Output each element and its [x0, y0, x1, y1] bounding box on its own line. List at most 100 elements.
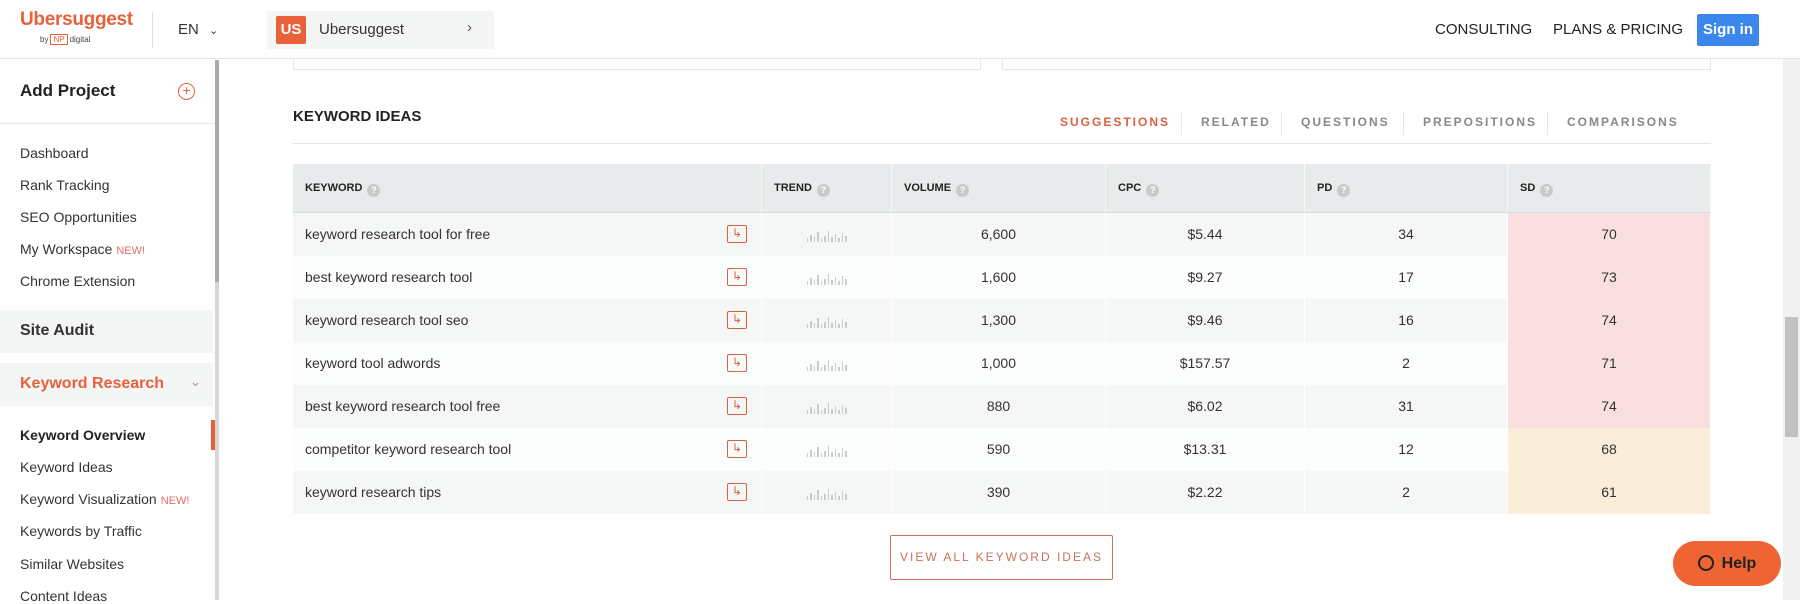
sd-value: 74 [1601, 398, 1617, 414]
section-label: Site Audit [20, 322, 95, 339]
language-select[interactable]: EN ⌄ [178, 21, 218, 38]
column-header-trend[interactable]: TREND? [762, 164, 892, 212]
cell-keyword[interactable]: keyword tool adwords ↳ [293, 342, 762, 385]
table-row[interactable]: keyword research tool for free ↳ 6,600 $5.4… [293, 213, 1711, 256]
tab-prepositions[interactable]: PREPOSITIONS [1423, 115, 1537, 129]
tab-suggestions[interactable]: SUGGESTIONS [1060, 115, 1170, 129]
help-icon[interactable]: ? [1337, 184, 1351, 197]
keyword-value: competitor keyword research tool [305, 441, 512, 457]
nav-consulting[interactable]: CONSULTING [1435, 21, 1532, 38]
trend-bar [817, 318, 819, 329]
column-header-sd[interactable]: SD? [1508, 164, 1711, 212]
open-keyword-icon[interactable]: ↳ [727, 440, 747, 458]
open-keyword-icon[interactable]: ↳ [727, 311, 747, 329]
open-keyword-icon[interactable]: ↳ [727, 397, 747, 415]
help-icon[interactable]: ? [816, 184, 830, 197]
help-icon[interactable]: ? [1540, 184, 1554, 197]
help-icon[interactable]: ? [1146, 184, 1160, 197]
nav-plans-pricing[interactable]: PLANS & PRICING [1553, 21, 1683, 38]
sidebar-item-seo-opportunities[interactable]: SEO Opportunities [20, 209, 137, 225]
trend-bar [810, 450, 812, 458]
cell-volume: 1,300 [892, 299, 1106, 342]
help-icon[interactable]: ? [367, 184, 381, 197]
logo[interactable]: Ubersuggest [20, 9, 133, 31]
trend-bar [824, 451, 826, 458]
cell-keyword[interactable]: keyword research tool seo ↳ [293, 299, 762, 342]
open-keyword-icon[interactable]: ↳ [727, 268, 747, 286]
sidebar-item-dashboard[interactable]: Dashboard [20, 145, 89, 161]
sidebar-item-content-ideas[interactable]: Content Ideas [20, 588, 107, 604]
column-header-volume[interactable]: VOLUME? [892, 164, 1106, 212]
table-row[interactable]: keyword research tips ↳ 390 $2.22 2 61 [293, 471, 1711, 514]
open-keyword-icon[interactable]: ↳ [727, 354, 747, 372]
sidebar-item-keywords-by-traffic[interactable]: Keywords by Traffic [20, 523, 142, 539]
trend-bar [841, 276, 843, 286]
sidebar-section-site-audit[interactable]: Site Audit [0, 310, 213, 353]
divider [0, 123, 215, 124]
trend-bar [834, 449, 836, 458]
column-header-pd[interactable]: PD? [1305, 164, 1508, 212]
cell-keyword[interactable]: best keyword research tool free ↳ [293, 385, 762, 428]
cell-pd: 2 [1305, 342, 1508, 385]
sidebar-section-keyword-research[interactable]: Keyword Research ⌄ [0, 363, 213, 406]
cell-keyword[interactable]: competitor keyword research tool ↳ [293, 428, 762, 471]
table-row[interactable]: best keyword research tool ↳ 1,600 $9.27 17 7… [293, 256, 1711, 299]
column-header-keyword[interactable]: KEYWORD? [293, 164, 762, 212]
column-header-label: KEYWORD [305, 182, 363, 194]
plus-circle-icon[interactable]: + [178, 83, 195, 100]
help-button[interactable]: Help [1673, 541, 1781, 586]
trend-bar [810, 364, 812, 372]
trend-bar [810, 407, 812, 415]
cell-pd: 2 [1305, 471, 1508, 514]
trend-bar [834, 406, 836, 415]
new-badge: NEW! [160, 495, 190, 507]
sign-in-button[interactable]: Sign in [1697, 14, 1759, 46]
cell-cpc: $5.44 [1106, 213, 1305, 256]
language-label: EN [178, 21, 199, 38]
sidebar-item-label: Keyword Visualization [20, 491, 157, 507]
open-keyword-icon[interactable]: ↳ [727, 483, 747, 501]
section-label: Keyword Research [20, 375, 165, 392]
column-header-cpc[interactable]: CPC? [1106, 164, 1305, 212]
tab-questions[interactable]: QUESTIONS [1301, 115, 1390, 129]
cell-trend [762, 213, 892, 256]
sidebar-item-my-workspace[interactable]: My Workspace NEW! [20, 241, 145, 257]
trend-sparkline-icon [806, 443, 847, 458]
add-project-label[interactable]: Add Project [20, 81, 115, 101]
sidebar-scrollbar-thumb[interactable] [215, 60, 219, 282]
sidebar-item-chrome-extension[interactable]: Chrome Extension [20, 273, 135, 289]
column-header-label: SD [1520, 182, 1536, 194]
sidebar-scrollbar-track[interactable] [215, 282, 219, 600]
sidebar-item-keyword-ideas[interactable]: Keyword Ideas [20, 459, 113, 475]
tab-related[interactable]: RELATED [1201, 115, 1271, 129]
sidebar-item-keyword-overview[interactable]: Keyword Overview [20, 427, 145, 443]
cell-sd: 71 [1508, 342, 1711, 385]
pd-value: 2 [1402, 484, 1410, 500]
sidebar-item-keyword-visualization[interactable]: Keyword Visualization NEW! [20, 491, 189, 507]
help-icon[interactable]: ? [956, 184, 970, 197]
table-row[interactable]: competitor keyword research tool ↳ 590 $13.… [293, 428, 1711, 471]
table-row[interactable]: keyword research tool seo ↳ 1,300 $9.46 16 74 [293, 299, 1711, 342]
cell-keyword[interactable]: keyword research tool for free ↳ [293, 213, 762, 256]
trend-bar [838, 281, 840, 286]
sidebar-item-rank-tracking[interactable]: Rank Tracking [20, 177, 109, 193]
cell-sd: 74 [1508, 299, 1711, 342]
trend-bar [824, 279, 826, 286]
trend-bar [820, 410, 822, 415]
project-breadcrumb[interactable]: US Ubersuggest › [267, 11, 494, 49]
view-all-keyword-ideas-button[interactable]: VIEW ALL KEYWORD IDEAS [890, 535, 1113, 580]
tab-comparisons[interactable]: COMPARISONS [1567, 115, 1679, 129]
column-header-label: TREND [774, 182, 812, 194]
cell-volume: 1,600 [892, 256, 1106, 299]
table-row[interactable]: keyword tool adwords ↳ 1,000 $157.57 2 71 [293, 342, 1711, 385]
page-scrollbar-thumb[interactable] [1785, 317, 1798, 437]
open-keyword-icon[interactable]: ↳ [727, 225, 747, 243]
cell-keyword[interactable]: best keyword research tool ↳ [293, 256, 762, 299]
sidebar-item-similar-websites[interactable]: Similar Websites [20, 556, 124, 572]
cell-keyword[interactable]: keyword research tips ↳ [293, 471, 762, 514]
pd-value: 2 [1402, 355, 1410, 371]
table-row[interactable]: best keyword research tool free ↳ 880 $6.02… [293, 385, 1711, 428]
trend-bar [845, 236, 847, 243]
keyword-value: best keyword research tool [305, 269, 473, 285]
trend-bar [817, 232, 819, 243]
